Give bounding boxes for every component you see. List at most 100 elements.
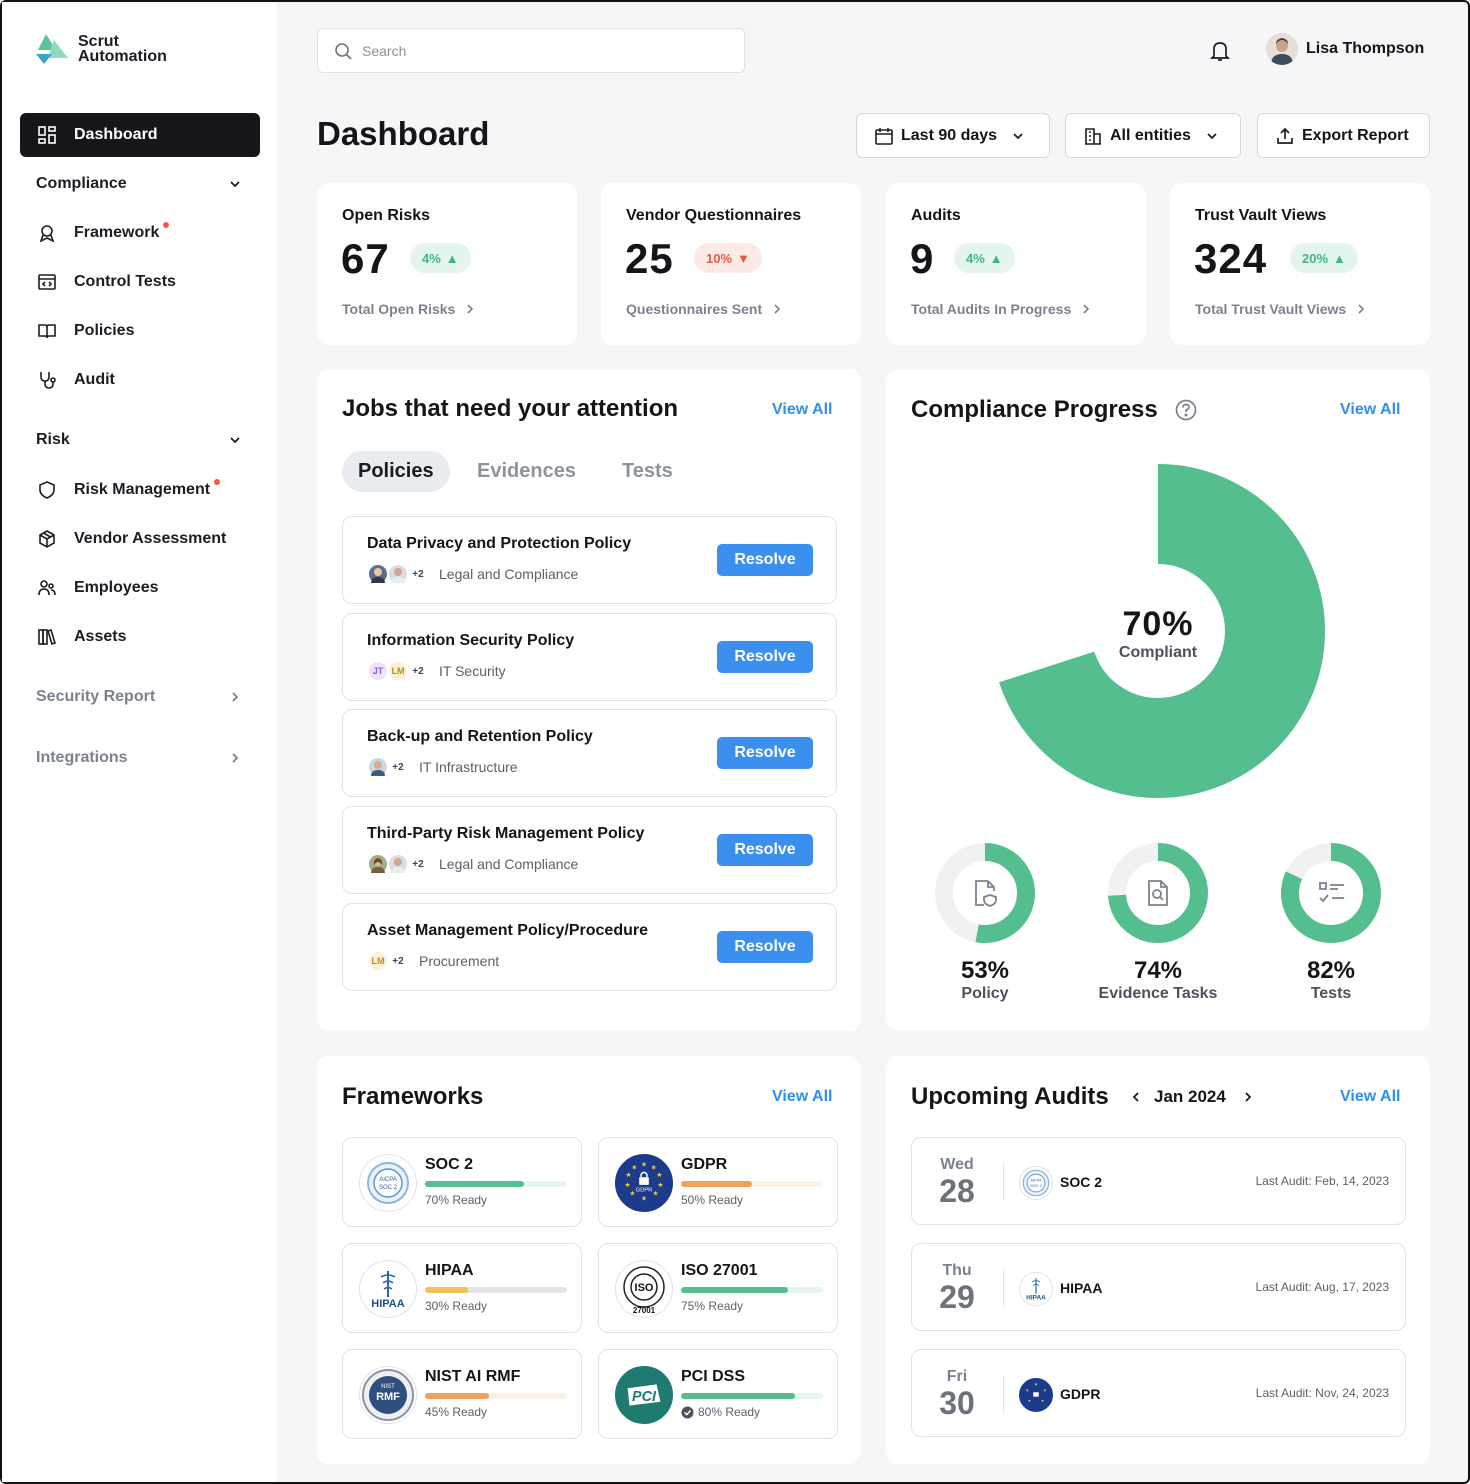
audit-item[interactable]: Thu 29 HIPAA HIPAA Last Audit: Aug, 17, … bbox=[911, 1243, 1406, 1331]
calendar-icon bbox=[875, 127, 893, 145]
trend-badge: 4% ▲ bbox=[410, 243, 471, 273]
job-item[interactable]: Third-Party Risk Management Policy +2 Le… bbox=[342, 806, 837, 894]
framework-progress-bar bbox=[425, 1287, 567, 1293]
sidebar-item-policies[interactable]: Policies bbox=[20, 309, 260, 353]
job-item[interactable]: Information Security Policy JT LM +2 IT … bbox=[342, 613, 837, 701]
sidebar-item-integrations[interactable]: Integrations bbox=[36, 749, 242, 767]
job-item[interactable]: Back-up and Retention Policy +2 IT Infra… bbox=[342, 709, 837, 797]
stat-link[interactable]: Total Trust Vault Views bbox=[1195, 301, 1366, 317]
export-report-button[interactable]: Export Report bbox=[1257, 113, 1430, 158]
notifications-button[interactable] bbox=[1209, 40, 1231, 67]
stat-link-label: Total Trust Vault Views bbox=[1195, 301, 1347, 317]
sidebar-item-vendor-assessment[interactable]: Vendor Assessment bbox=[20, 517, 260, 561]
audit-last-date: Last Audit: Aug, 17, 2023 bbox=[1255, 1280, 1389, 1294]
frameworks-view-all-link[interactable]: View All bbox=[772, 1088, 832, 1106]
chevron-right-icon bbox=[467, 304, 474, 314]
pci-logo-icon: PCI bbox=[615, 1366, 673, 1424]
tab-policies[interactable]: Policies bbox=[342, 451, 450, 492]
sidebar-item-dashboard[interactable]: Dashboard bbox=[20, 113, 260, 157]
audit-item[interactable]: Wed 28 AICPA SOC 2 SOC 2 Last Audit: Feb,… bbox=[911, 1137, 1406, 1225]
stat-card-trust-vault-views[interactable]: Trust Vault Views 324 20% ▲ Total Trust V… bbox=[1170, 183, 1430, 345]
user-menu[interactable]: Lisa Thompson bbox=[1266, 33, 1424, 65]
sidebar-section-risk[interactable]: Risk bbox=[36, 431, 242, 449]
bell-icon bbox=[1209, 42, 1231, 61]
sidebar-item-audit[interactable]: Audit bbox=[20, 358, 260, 402]
notification-dot bbox=[163, 222, 170, 228]
notification-dot bbox=[214, 479, 221, 485]
resolve-button[interactable]: Resolve bbox=[717, 931, 813, 963]
date-range-button[interactable]: Last 90 days bbox=[856, 113, 1050, 158]
ready-label: 45% Ready bbox=[425, 1405, 488, 1419]
jobs-view-all-link[interactable]: View All bbox=[772, 401, 832, 419]
job-team: IT Infrastructure bbox=[419, 759, 518, 775]
framework-card-hipaa[interactable]: HIPAA HIPAA 30% Ready bbox=[342, 1243, 582, 1333]
svg-text:★: ★ bbox=[653, 1190, 659, 1198]
resolve-button[interactable]: Resolve bbox=[717, 544, 813, 576]
audit-date: 28 bbox=[939, 1173, 975, 1209]
arrow-up-icon: ▲ bbox=[1333, 250, 1346, 266]
ready-label: 30% Ready bbox=[425, 1299, 488, 1313]
sidebar-section-compliance[interactable]: Compliance bbox=[36, 175, 242, 193]
svg-text:SOC 2: SOC 2 bbox=[379, 1185, 398, 1191]
jobs-title: Jobs that need your attention bbox=[342, 395, 679, 422]
stat-link[interactable]: Total Open Risks bbox=[342, 301, 475, 317]
audit-item[interactable]: Fri 30 ★ ★ ★ ★ ★ GDPR Last Audit: Nov, 24, 2… bbox=[911, 1349, 1406, 1437]
soc2-logo-icon: AICPA SOC 2 bbox=[359, 1154, 417, 1212]
scrut-logo-icon bbox=[36, 34, 68, 64]
chevron-down-icon bbox=[1013, 132, 1023, 139]
framework-card-nist-ai-rmf[interactable]: NIST RMF NIST AI RMF 45% Ready bbox=[342, 1349, 582, 1439]
stat-link[interactable]: Total Audits In Progress bbox=[911, 301, 1091, 317]
tests-stat: 82% Tests bbox=[1241, 957, 1421, 1003]
search-placeholder: Search bbox=[362, 42, 407, 59]
audits-view-all-link[interactable]: View All bbox=[1340, 1088, 1400, 1106]
resolve-button[interactable]: Resolve bbox=[717, 737, 813, 769]
page-title: Dashboard bbox=[317, 115, 490, 152]
framework-card-iso27001[interactable]: ISO 27001 ISO 27001 75% Ready bbox=[598, 1243, 838, 1333]
sidebar-item-control-tests[interactable]: Control Tests bbox=[20, 260, 260, 304]
help-icon[interactable] bbox=[1175, 399, 1197, 421]
compliance-view-all-link[interactable]: View All bbox=[1340, 401, 1400, 419]
search-icon bbox=[335, 42, 352, 60]
stat-link[interactable]: Questionnaires Sent bbox=[626, 301, 782, 317]
gdpr-logo-icon: ★ ★ ★ ★ ★ bbox=[1019, 1378, 1053, 1412]
stat-card-audits[interactable]: Audits 9 4% ▲ Total Audits In Progress bbox=[886, 183, 1146, 345]
framework-card-pci-dss[interactable]: PCI PCI DSS 80% Ready bbox=[598, 1349, 838, 1439]
sidebar-item-security-report[interactable]: Security Report bbox=[36, 688, 242, 706]
resolve-button[interactable]: Resolve bbox=[717, 834, 813, 866]
assignee-initials: JT bbox=[367, 660, 389, 682]
stat-card-vendor-questionnaires[interactable]: Vendor Questionnaires 25 10% ▼ Questionna… bbox=[601, 183, 861, 345]
stat-card-open-risks[interactable]: Open Risks 67 4% ▲ Total Open Risks bbox=[317, 183, 577, 345]
audit-framework: HIPAA bbox=[1060, 1280, 1103, 1296]
entities-button[interactable]: All entities bbox=[1065, 113, 1241, 158]
resolve-button[interactable]: Resolve bbox=[717, 641, 813, 673]
brand-line1: Scrut bbox=[78, 33, 119, 50]
sidebar-item-employees[interactable]: Employees bbox=[20, 566, 260, 610]
brand-logo[interactable]: Scrut Automation bbox=[34, 32, 167, 66]
chevron-left-icon[interactable] bbox=[1129, 1090, 1143, 1104]
framework-progress-bar bbox=[425, 1181, 567, 1187]
policy-label: Policy bbox=[961, 985, 1009, 1002]
framework-card-gdpr[interactable]: ★ ★ ★ ★ ★ ★ ★ ★ ★ ★ GDPR GDPR 50% Ready bbox=[598, 1137, 838, 1227]
jobs-card: Jobs that need your attention View All P… bbox=[317, 369, 861, 1031]
sidebar-item-framework[interactable]: Framework bbox=[20, 211, 260, 255]
tab-tests[interactable]: Tests bbox=[606, 451, 689, 492]
audit-framework: GDPR bbox=[1060, 1386, 1101, 1402]
framework-card-soc2[interactable]: AICPA SOC 2 SOC 2 70% Ready bbox=[342, 1137, 582, 1227]
evidence-icon bbox=[1148, 880, 1168, 906]
evidence-label: Evidence Tasks bbox=[1098, 985, 1218, 1002]
tab-evidences[interactable]: Evidences bbox=[461, 451, 592, 492]
book-open-icon bbox=[36, 320, 58, 342]
search-bar[interactable]: Search bbox=[317, 28, 745, 73]
stat-title: Trust Vault Views bbox=[1195, 207, 1327, 224]
sidebar-item-assets[interactable]: Assets bbox=[20, 615, 260, 659]
progress-fill bbox=[681, 1393, 795, 1399]
svg-text:HIPAA: HIPAA bbox=[1026, 1295, 1046, 1302]
chevron-down-icon bbox=[1207, 132, 1217, 139]
more-assignees: +2 bbox=[387, 756, 409, 778]
sidebar-item-risk-management[interactable]: Risk Management bbox=[20, 468, 260, 512]
job-title: Data Privacy and Protection Policy bbox=[367, 535, 632, 552]
progress-fill bbox=[681, 1181, 752, 1187]
chevron-right-icon[interactable] bbox=[1241, 1090, 1255, 1104]
job-item[interactable]: Asset Management Policy/Procedure LM +2 … bbox=[342, 903, 837, 991]
job-item[interactable]: Data Privacy and Protection Policy +2 Le… bbox=[342, 516, 837, 604]
